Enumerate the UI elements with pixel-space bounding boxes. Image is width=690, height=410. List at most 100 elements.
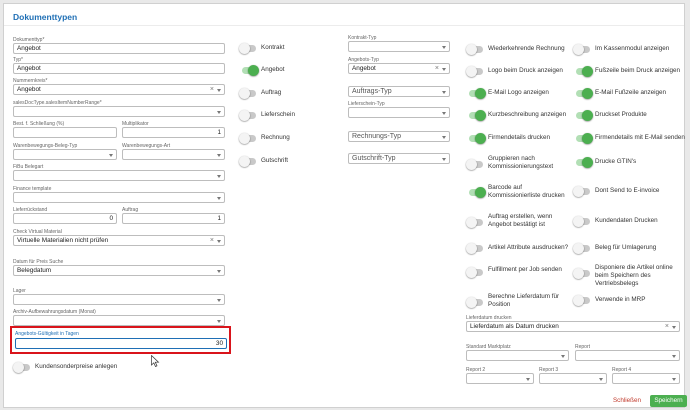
chevron-down-icon[interactable] xyxy=(442,91,446,94)
angebots-typ-value: Angebot xyxy=(352,65,376,72)
save-button[interactable]: Speichern xyxy=(650,395,687,407)
fibu-belegart-select[interactable] xyxy=(13,170,225,181)
report3-select[interactable] xyxy=(539,373,607,384)
mouse-cursor-icon xyxy=(151,355,160,367)
report-select[interactable] xyxy=(575,350,680,361)
multiplikator-input[interactable]: 1 xyxy=(122,127,225,138)
datum-preis-suche-select[interactable]: Belegdatum xyxy=(13,265,225,276)
kontrakt-typ-select[interactable] xyxy=(348,41,450,52)
beleg-umlagerung-label: Beleg für Umlagerung xyxy=(595,244,657,251)
chevron-down-icon[interactable] xyxy=(672,326,676,329)
chevron-down-icon[interactable] xyxy=(672,355,676,358)
finance-template-select[interactable] xyxy=(13,192,225,203)
nummernkreis-select[interactable]: Angebot × xyxy=(13,84,225,95)
chevron-down-icon[interactable] xyxy=(599,378,603,381)
toggle-knob xyxy=(239,43,250,54)
toggle-knob xyxy=(466,267,477,278)
chevron-down-icon[interactable] xyxy=(442,68,446,71)
auftrag-erstellen-toggle[interactable] xyxy=(466,217,483,228)
standard-marktplatz-select[interactable] xyxy=(466,350,569,361)
chevron-down-icon[interactable] xyxy=(442,158,446,161)
fusszeile-druck-toggle[interactable] xyxy=(576,66,593,77)
kassenmodul-label: Im Kassenmodul anzeigen xyxy=(595,45,670,52)
angebots-gueltigkeit-input[interactable]: 30 xyxy=(15,338,227,349)
gutschrift-typ-select[interactable]: Gutschrift-Typ xyxy=(348,153,450,164)
chevron-down-icon[interactable] xyxy=(109,154,113,157)
auftrag-toggle[interactable] xyxy=(239,88,256,99)
kundendaten-drucken-toggle[interactable] xyxy=(573,216,590,227)
chevron-down-icon[interactable] xyxy=(672,378,676,381)
dont-send-einvoice-toggle[interactable] xyxy=(573,186,590,197)
clear-icon[interactable]: × xyxy=(665,322,669,331)
beleg-umlagerung-toggle[interactable] xyxy=(573,243,590,254)
nummernkreis-value: Angebot xyxy=(17,86,41,93)
chevron-down-icon[interactable] xyxy=(217,154,221,157)
verwende-mrp-toggle[interactable] xyxy=(573,295,590,306)
auftrags-typ-select[interactable]: Auftrags-Typ xyxy=(348,86,450,97)
sales-doc-type-select[interactable] xyxy=(13,106,225,117)
berechne-lieferdatum-toggle[interactable] xyxy=(466,297,483,308)
chevron-down-icon[interactable] xyxy=(217,240,221,243)
chevron-down-icon[interactable] xyxy=(217,175,221,178)
lieferschein-typ-select[interactable] xyxy=(348,107,450,118)
toggle-knob xyxy=(582,88,593,99)
lieferrueckstand-input[interactable]: 0 xyxy=(13,213,117,224)
firmendetails-email-toggle[interactable] xyxy=(576,133,593,144)
lieferdatum-drucken-select[interactable]: Lieferdatum als Datum drucken × xyxy=(466,321,680,332)
druckset-produkte-toggle[interactable] xyxy=(576,110,593,121)
email-logo-label: E-Mail Logo anzeigen xyxy=(488,89,549,96)
report2-select[interactable] xyxy=(466,373,534,384)
logo-druck-toggle[interactable] xyxy=(466,66,483,77)
fulfillment-toggle[interactable] xyxy=(466,267,483,278)
rechnung-toggle[interactable] xyxy=(239,133,256,144)
archiv-aufbewahrung-select[interactable] xyxy=(13,315,225,326)
email-fusszeile-toggle[interactable] xyxy=(576,88,593,99)
kontrakt-toggle[interactable] xyxy=(239,43,256,54)
chevron-down-icon[interactable] xyxy=(217,270,221,273)
toggle-knob xyxy=(582,66,593,77)
close-button[interactable]: Schließen xyxy=(610,395,644,407)
chevron-down-icon[interactable] xyxy=(217,197,221,200)
chevron-down-icon[interactable] xyxy=(217,111,221,114)
typ-input[interactable]: Angebot xyxy=(13,63,225,74)
drucke-gtin-toggle[interactable] xyxy=(576,157,593,168)
kassenmodul-toggle[interactable] xyxy=(573,44,590,55)
wiederkehrende-rechnung-toggle[interactable] xyxy=(466,44,483,55)
firmendetails-drucken-toggle[interactable] xyxy=(469,133,486,144)
chevron-down-icon[interactable] xyxy=(217,89,221,92)
email-logo-toggle[interactable] xyxy=(469,88,486,99)
rechnungs-typ-select[interactable]: Rechnungs-Typ xyxy=(348,131,450,142)
angebot-toggle[interactable] xyxy=(242,65,259,76)
warenbewegungs-belegtyp-select[interactable] xyxy=(13,149,117,160)
dokumenttyp-input[interactable]: Angebot xyxy=(13,43,225,54)
lieferschein-toggle[interactable] xyxy=(239,110,256,121)
disponiere-artikel-toggle[interactable] xyxy=(573,268,590,279)
clear-icon[interactable]: × xyxy=(210,236,214,245)
chevron-down-icon[interactable] xyxy=(561,355,565,358)
gruppieren-toggle[interactable] xyxy=(466,159,483,170)
kundensonderpreise-toggle[interactable] xyxy=(13,362,30,373)
artikel-attribute-toggle[interactable] xyxy=(466,243,483,254)
check-virtual-material-select[interactable]: Virtuelle Materialien nicht prüfen × xyxy=(13,235,225,246)
barcode-toggle[interactable] xyxy=(469,187,486,198)
kurzbeschreibung-toggle[interactable] xyxy=(469,110,486,121)
warenbewegungs-art-select[interactable] xyxy=(122,149,225,160)
toggle-knob xyxy=(248,65,259,76)
clear-icon[interactable]: × xyxy=(435,64,439,73)
clear-icon[interactable]: × xyxy=(210,85,214,94)
chevron-down-icon[interactable] xyxy=(217,320,221,323)
report4-select[interactable] xyxy=(612,373,680,384)
lager-select[interactable] xyxy=(13,294,225,305)
chevron-down-icon[interactable] xyxy=(217,299,221,302)
auftrag-input[interactable]: 1 xyxy=(122,213,225,224)
barcode-label: Barcode auf Kommissionierliste drucken xyxy=(488,184,565,199)
angebots-typ-select[interactable]: Angebot × xyxy=(348,63,450,74)
chevron-down-icon[interactable] xyxy=(442,46,446,49)
toggle-knob xyxy=(573,44,584,55)
best-schliessung-input[interactable] xyxy=(13,127,117,138)
chevron-down-icon[interactable] xyxy=(442,112,446,115)
chevron-down-icon[interactable] xyxy=(526,378,530,381)
gutschrift-label: Gutschrift xyxy=(261,157,288,164)
chevron-down-icon[interactable] xyxy=(442,136,446,139)
gutschrift-toggle[interactable] xyxy=(239,156,256,167)
